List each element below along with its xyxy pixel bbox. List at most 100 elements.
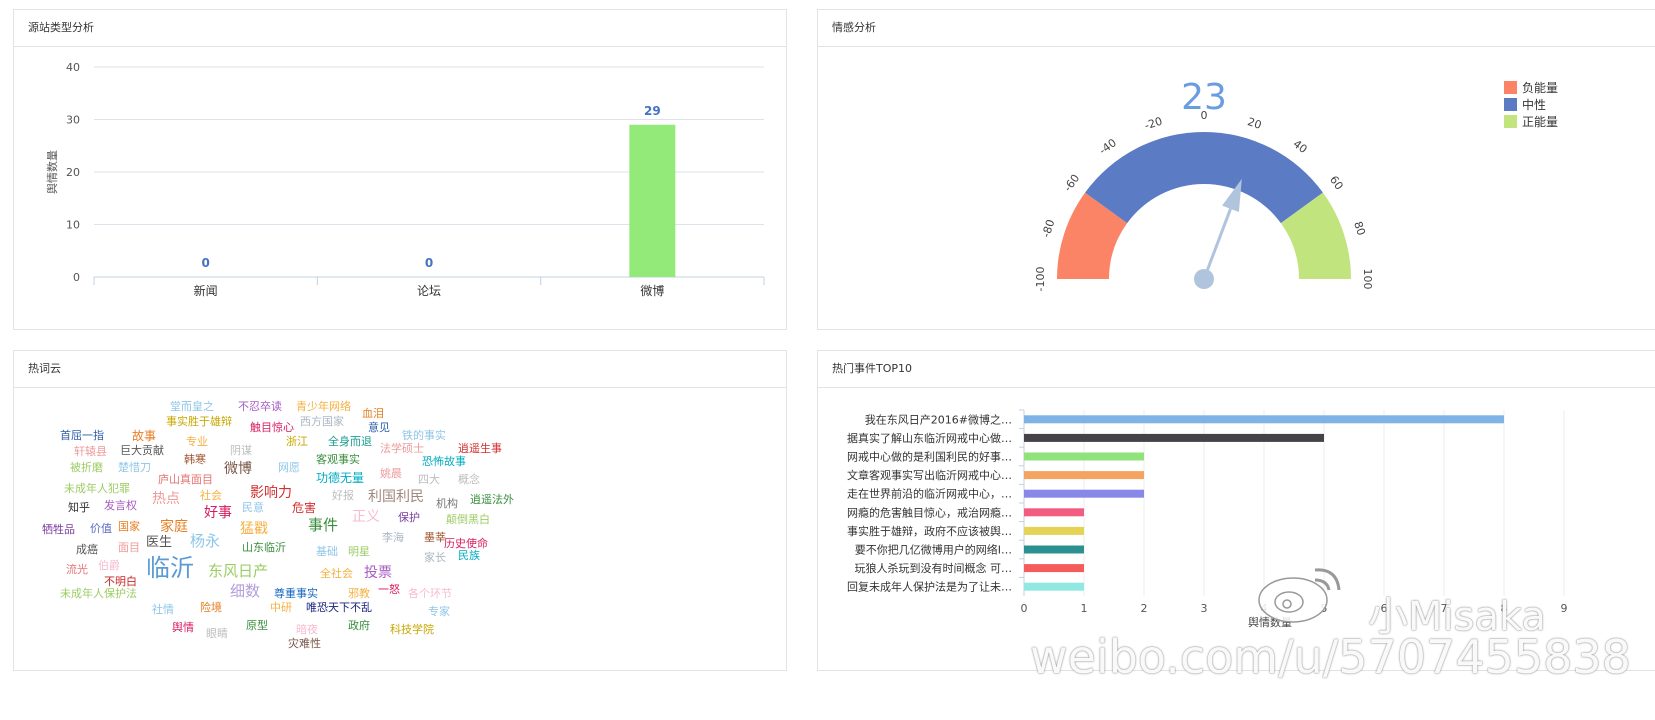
y-category-label: 事实胜于雄辩，政府不应该被舆… bbox=[847, 524, 1012, 538]
word-cloud-term: 暗夜 bbox=[296, 623, 318, 636]
gauge-value: 23 bbox=[1181, 77, 1227, 118]
word-cloud-term: 血泪 bbox=[362, 407, 384, 420]
word-cloud-term: 流光 bbox=[66, 563, 88, 576]
word-cloud-term: 全身而退 bbox=[328, 435, 372, 448]
word-cloud-term: 颠倒黑白 bbox=[446, 513, 490, 526]
bar-value-label: 0 bbox=[425, 256, 433, 270]
word-cloud-term: 专家 bbox=[428, 605, 450, 618]
y-category-label: 玩狼人杀玩到没有时间概念 可… bbox=[855, 561, 1013, 575]
x-category-label: 微博 bbox=[640, 283, 664, 298]
y-tick-label: 20 bbox=[66, 166, 80, 179]
bar bbox=[1024, 508, 1084, 517]
word-cloud-term: 民族 bbox=[458, 549, 480, 562]
word-cloud-term: 基础 bbox=[316, 545, 338, 558]
word-cloud-term: 专业 bbox=[186, 435, 208, 448]
y-category-label: 我在东风日产2016#微博之… bbox=[865, 412, 1012, 426]
word-cloud-term: 未成年人保护法 bbox=[60, 587, 137, 600]
legend-swatch bbox=[1504, 81, 1517, 94]
bar bbox=[1024, 564, 1084, 573]
word-cloud-term: 临沂 bbox=[146, 554, 194, 582]
word-cloud-term: 庐山真面目 bbox=[158, 473, 213, 486]
word-cloud-term: 首屈一指 bbox=[60, 429, 104, 442]
gauge-tick-label: -80 bbox=[1040, 218, 1058, 239]
word-cloud-term: 阴谋 bbox=[230, 444, 252, 457]
weibo-logo-icon bbox=[1253, 560, 1349, 624]
word-cloud-term: 故事 bbox=[132, 429, 157, 443]
word-cloud-term: 影响力 bbox=[250, 485, 292, 501]
word-cloud-term: 一怒 bbox=[378, 583, 400, 596]
word-cloud-term: 好报 bbox=[332, 489, 354, 502]
y-tick-label: 10 bbox=[66, 219, 80, 232]
word-cloud-term: 浙江 bbox=[286, 435, 308, 448]
word-cloud-term: 科技学院 bbox=[390, 623, 434, 636]
bar bbox=[1024, 545, 1084, 554]
y-tick-label: 30 bbox=[66, 114, 80, 127]
legend-label: 中性 bbox=[1522, 97, 1546, 112]
word-cloud-term: 面目 bbox=[118, 541, 140, 554]
word-cloud-term: 被折磨 bbox=[70, 461, 103, 474]
word-cloud-term: 国家 bbox=[118, 520, 140, 533]
word-cloud-term: 触目惊心 bbox=[250, 421, 294, 434]
word-cloud-term: 未成年人犯罪 bbox=[64, 482, 130, 495]
bar bbox=[1024, 433, 1324, 442]
word-cloud-term: 家庭 bbox=[160, 519, 188, 535]
gauge-tick-label: 20 bbox=[1246, 115, 1263, 132]
word-cloud-term: 家长 bbox=[424, 551, 446, 564]
word-cloud-term: 微博 bbox=[224, 461, 252, 477]
bar bbox=[1024, 582, 1084, 591]
word-cloud-term: 发言权 bbox=[104, 499, 137, 512]
word-cloud-term: 成癌 bbox=[76, 543, 98, 556]
gauge-tick-label: -20 bbox=[1143, 115, 1164, 133]
word-cloud-term: 概念 bbox=[458, 473, 480, 486]
word-cloud-term: 意见 bbox=[368, 421, 390, 434]
sentiment-gauge: -100-80-60-40-20 0 2040608010023 负能量中性正能量 bbox=[1034, 77, 1558, 292]
word-cloud-term: 原型 bbox=[246, 619, 268, 632]
bar bbox=[1024, 452, 1144, 461]
word-cloud-term: 事实胜于雄辩 bbox=[166, 415, 232, 428]
word-cloud-term: 民意 bbox=[242, 501, 264, 514]
sentiment-panel: 情感分析 -100 -80 -60 -40 -20 0 20 40 60 80 100 23 负能量 中性… bbox=[817, 9, 1655, 330]
word-cloud-term: 各个环节 bbox=[408, 587, 452, 600]
word-cloud-term: 正义 bbox=[352, 509, 380, 525]
word-cloud-term: 法学硕士 bbox=[380, 442, 424, 455]
x-tick-label: 3 bbox=[1201, 602, 1208, 615]
x-tick-label: 0 bbox=[1021, 602, 1028, 615]
bar-value-label: 29 bbox=[644, 104, 661, 118]
source-type-panel-title: 源站类型分析 bbox=[14, 10, 786, 47]
y-category-label: 回复未成年人保护法是为了让未… bbox=[847, 580, 1012, 594]
word-cloud-term: 知乎 bbox=[68, 501, 90, 514]
word-cloud-term: 好事 bbox=[204, 505, 232, 521]
gauge-tick-label: -100 bbox=[1034, 267, 1047, 292]
y-category-label: 网瘾的危害触目惊心，戒治网瘾… bbox=[847, 505, 1012, 519]
word-cloud-term: 热点 bbox=[152, 491, 180, 507]
word-cloud-term: 杨永 bbox=[190, 532, 221, 550]
y-axis-label: 舆情数量 bbox=[45, 150, 59, 194]
word-cloud-term: 明星 bbox=[348, 545, 370, 558]
legend-swatch bbox=[1504, 98, 1517, 111]
word-cloud-term: 轩辕县 bbox=[74, 445, 107, 458]
word-cloud-term: 历史使命 bbox=[444, 537, 488, 550]
word-cloud-term: 医生 bbox=[146, 535, 173, 550]
word-cloud-term: 机构 bbox=[436, 497, 458, 510]
word-cloud-term: 猛戳 bbox=[240, 521, 268, 537]
gauge-pivot bbox=[1194, 269, 1214, 289]
word-cloud-term: 巨大贡献 bbox=[120, 444, 164, 457]
word-cloud-term: 眼睛 bbox=[206, 627, 228, 640]
y-tick-label: 0 bbox=[73, 271, 80, 284]
source-type-panel: 源站类型分析 0 10 20 30 40 舆情数量 新闻 0 论坛 0 微博 29 bbox=[13, 9, 787, 330]
word-cloud-term: 利国利民 bbox=[368, 489, 424, 505]
word-cloud-term: 保护 bbox=[398, 511, 420, 524]
word-cloud-term: 邪教 bbox=[348, 587, 370, 600]
word-cloud-term: 青少年网络 bbox=[296, 400, 351, 413]
word-cloud-term: 投票 bbox=[364, 565, 392, 581]
gauge-tick-label: 60 bbox=[1327, 173, 1346, 192]
word-cloud-term: 逍遥生事 bbox=[458, 442, 502, 455]
word-cloud-term: 唯恐天下不乱 bbox=[306, 601, 372, 614]
word-cloud-term: 社情 bbox=[152, 603, 174, 616]
x-tick-label: 2 bbox=[1141, 602, 1148, 615]
bar bbox=[1024, 489, 1144, 498]
word-cloud-term: 韩寒 bbox=[184, 453, 206, 466]
word-cloud-term: 价值 bbox=[90, 522, 112, 535]
bar bbox=[629, 124, 676, 277]
word-cloud-term: 中研 bbox=[270, 601, 292, 614]
